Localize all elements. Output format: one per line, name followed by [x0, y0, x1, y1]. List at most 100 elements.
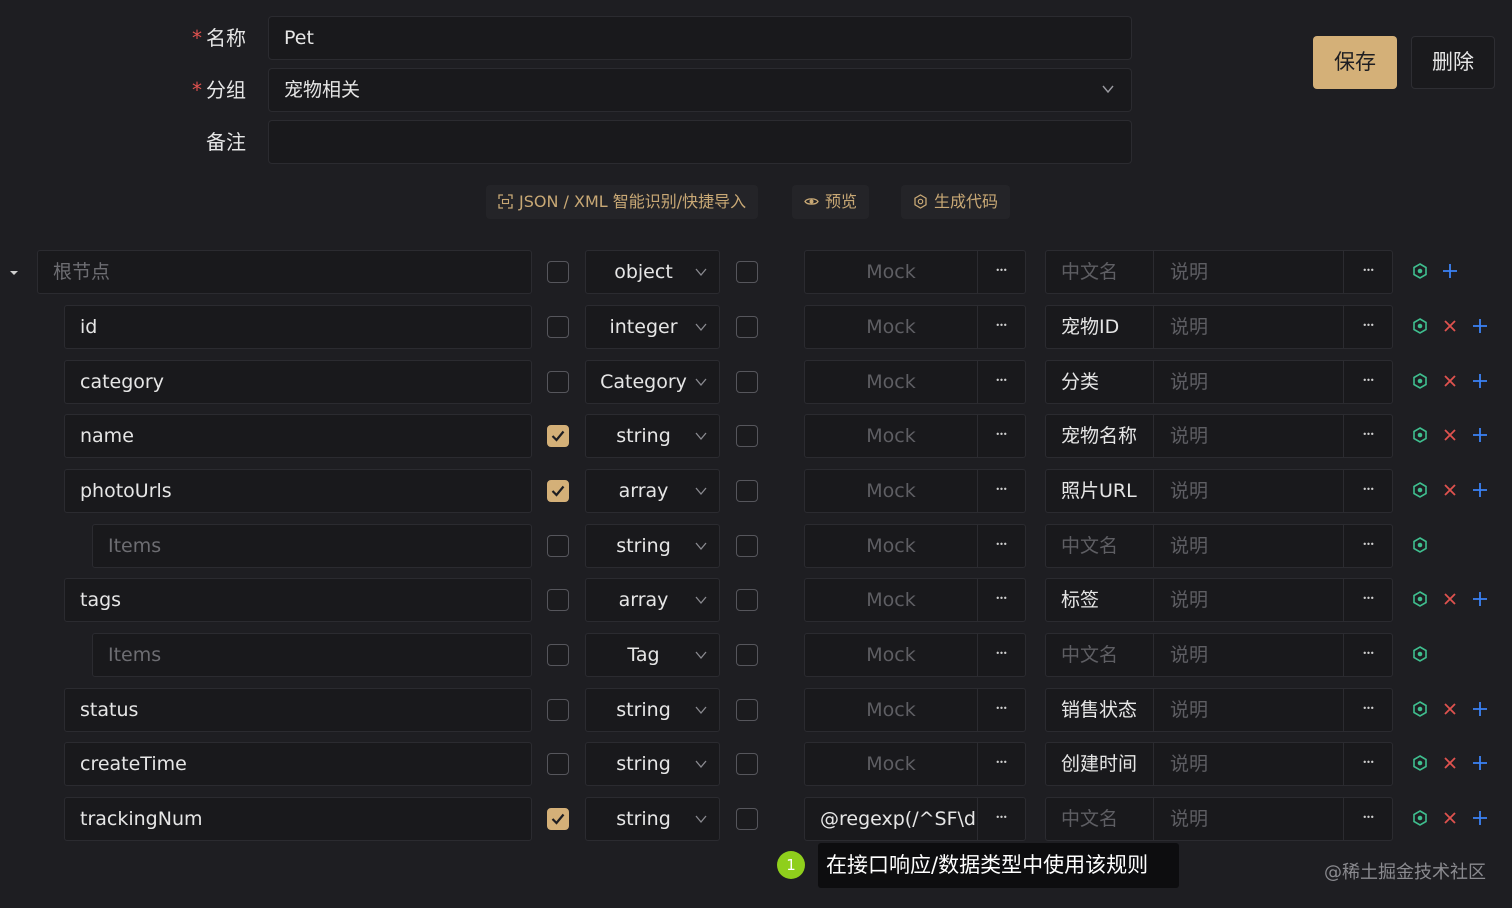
eye-icon[interactable]	[1411, 754, 1431, 774]
field-name-input[interactable]: id	[64, 305, 532, 349]
required-checkbox[interactable]	[547, 753, 569, 775]
cn-name-input[interactable]: 销售状态	[1061, 689, 1137, 731]
type-select[interactable]: string	[585, 414, 720, 458]
more-icon[interactable]: •••	[1344, 743, 1392, 785]
note-input[interactable]	[268, 120, 1132, 164]
mock-input[interactable]: Mock •••	[804, 360, 1026, 404]
required-checkbox[interactable]	[547, 371, 569, 393]
cn-name-input[interactable]: 中文名	[1061, 525, 1118, 567]
add-icon[interactable]	[1471, 481, 1491, 501]
more-icon[interactable]: •••	[1344, 361, 1392, 403]
eye-icon[interactable]	[1411, 372, 1431, 392]
more-icon[interactable]: •••	[1344, 579, 1392, 621]
description-input[interactable]: 说明	[1170, 361, 1208, 403]
delete-icon[interactable]	[1441, 317, 1461, 337]
delete-icon[interactable]	[1441, 590, 1461, 610]
type-select[interactable]: integer	[585, 305, 720, 349]
field-name-input[interactable]: createTime	[64, 742, 532, 786]
type-select[interactable]: string	[585, 797, 720, 841]
required-checkbox[interactable]	[547, 535, 569, 557]
more-icon[interactable]: •••	[977, 525, 1025, 567]
eye-icon[interactable]	[1411, 262, 1431, 282]
mock-input[interactable]: Mock •••	[804, 578, 1026, 622]
cn-name-input[interactable]: 中文名	[1061, 251, 1118, 293]
eye-icon[interactable]	[1411, 645, 1431, 665]
more-icon[interactable]: •••	[1344, 470, 1392, 512]
delete-icon[interactable]	[1441, 700, 1461, 720]
eye-icon[interactable]	[1411, 590, 1431, 610]
mock-input[interactable]: Mock •••	[804, 250, 1026, 294]
delete-icon[interactable]	[1441, 481, 1461, 501]
eye-icon[interactable]	[1411, 426, 1431, 446]
nullable-checkbox[interactable]	[736, 371, 758, 393]
delete-icon[interactable]	[1441, 426, 1461, 446]
mock-input[interactable]: Mock •••	[804, 469, 1026, 513]
required-checkbox[interactable]	[547, 589, 569, 611]
eye-icon[interactable]	[1411, 536, 1431, 556]
more-icon[interactable]: •••	[977, 470, 1025, 512]
cn-name-input[interactable]: 中文名	[1061, 634, 1118, 676]
description-input[interactable]: 说明	[1170, 470, 1208, 512]
eye-icon[interactable]	[1411, 809, 1431, 829]
nullable-checkbox[interactable]	[736, 589, 758, 611]
add-icon[interactable]	[1471, 426, 1491, 446]
type-select[interactable]: Category	[585, 360, 720, 404]
eye-icon[interactable]	[1411, 481, 1431, 501]
cn-name-input[interactable]: 中文名	[1061, 798, 1118, 840]
field-name-input[interactable]: Items	[92, 633, 532, 677]
json-import-button[interactable]: JSON / XML 智能识别/快捷导入	[486, 185, 759, 219]
add-icon[interactable]	[1471, 317, 1491, 337]
cn-name-input[interactable]: 宠物名称	[1061, 415, 1137, 457]
more-icon[interactable]: •••	[977, 634, 1025, 676]
field-name-input[interactable]: 根节点	[37, 250, 532, 294]
add-icon[interactable]	[1471, 372, 1491, 392]
cn-name-input[interactable]: 分类	[1061, 361, 1099, 403]
description-input[interactable]: 说明	[1170, 306, 1208, 348]
required-checkbox[interactable]	[547, 699, 569, 721]
more-icon[interactable]: •••	[1344, 415, 1392, 457]
add-icon[interactable]	[1471, 754, 1491, 774]
preview-button[interactable]: 预览	[792, 185, 870, 219]
type-select[interactable]: string	[585, 688, 720, 732]
cn-name-input[interactable]: 照片URL	[1061, 470, 1137, 512]
mock-input[interactable]: Mock •••	[804, 524, 1026, 568]
nullable-checkbox[interactable]	[736, 535, 758, 557]
type-select[interactable]: Tag	[585, 633, 720, 677]
more-icon[interactable]: •••	[977, 415, 1025, 457]
add-icon[interactable]	[1441, 262, 1461, 282]
more-icon[interactable]: •••	[1344, 634, 1392, 676]
name-input[interactable]: Pet	[268, 16, 1132, 60]
nullable-checkbox[interactable]	[736, 480, 758, 502]
delete-icon[interactable]	[1441, 809, 1461, 829]
more-icon[interactable]: •••	[977, 251, 1025, 293]
required-checkbox[interactable]	[547, 425, 569, 447]
field-name-input[interactable]: trackingNum	[64, 797, 532, 841]
mock-input[interactable]: Mock •••	[804, 633, 1026, 677]
field-name-input[interactable]: tags	[64, 578, 532, 622]
description-input[interactable]: 说明	[1170, 579, 1208, 621]
required-checkbox[interactable]	[547, 480, 569, 502]
field-name-input[interactable]: photoUrls	[64, 469, 532, 513]
nullable-checkbox[interactable]	[736, 425, 758, 447]
type-select[interactable]: object	[585, 250, 720, 294]
nullable-checkbox[interactable]	[736, 644, 758, 666]
description-input[interactable]: 说明	[1170, 525, 1208, 567]
description-input[interactable]: 说明	[1170, 634, 1208, 676]
description-input[interactable]: 说明	[1170, 689, 1208, 731]
more-icon[interactable]: •••	[977, 798, 1025, 840]
type-select[interactable]: array	[585, 578, 720, 622]
nullable-checkbox[interactable]	[736, 261, 758, 283]
more-icon[interactable]: •••	[1344, 525, 1392, 567]
cn-name-input[interactable]: 创建时间	[1061, 743, 1137, 785]
nullable-checkbox[interactable]	[736, 753, 758, 775]
more-icon[interactable]: •••	[977, 306, 1025, 348]
add-icon[interactable]	[1471, 700, 1491, 720]
delete-icon[interactable]	[1441, 754, 1461, 774]
cn-name-input[interactable]: 宠物ID	[1061, 306, 1119, 348]
type-select[interactable]: string	[585, 742, 720, 786]
type-select[interactable]: array	[585, 469, 720, 513]
type-select[interactable]: string	[585, 524, 720, 568]
mock-input[interactable]: Mock •••	[804, 414, 1026, 458]
required-checkbox[interactable]	[547, 316, 569, 338]
more-icon[interactable]: •••	[977, 689, 1025, 731]
